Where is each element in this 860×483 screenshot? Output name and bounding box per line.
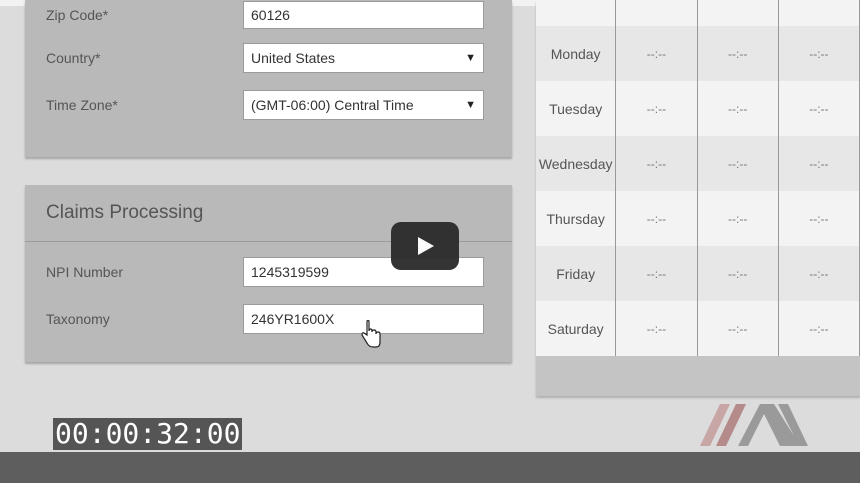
day-label: Monday: [536, 26, 617, 81]
schedule-row-monday: Monday --:-- --:-- --:--: [536, 26, 860, 81]
time-cell[interactable]: --:--: [616, 191, 698, 246]
claims-panel: Claims Processing NPI Number 1245319599 …: [25, 185, 512, 362]
schedule-top-row: [536, 0, 860, 26]
schedule-row-tuesday: Tuesday --:-- --:-- --:--: [536, 81, 860, 136]
time-cell[interactable]: --:--: [779, 191, 860, 246]
time-cell[interactable]: --:--: [698, 191, 779, 246]
time-cell[interactable]: --:--: [698, 246, 779, 301]
taxonomy-row: Taxonomy 246YR1600X: [46, 304, 487, 334]
video-control-bar: [0, 452, 860, 483]
zip-input[interactable]: 60126: [243, 1, 484, 29]
time-cell[interactable]: --:--: [698, 26, 779, 81]
time-cell[interactable]: --:--: [779, 301, 860, 356]
zip-label: Zip Code*: [46, 7, 109, 23]
hand-pointer-icon: [361, 320, 381, 348]
day-label: Friday: [536, 246, 617, 301]
time-cell[interactable]: --:--: [779, 136, 860, 191]
zip-row: Zip Code* 60126: [46, 1, 487, 29]
schedule-row-wednesday: Wednesday --:-- --:-- --:--: [536, 136, 860, 191]
im-logo: [700, 404, 808, 446]
time-cell[interactable]: --:--: [698, 136, 779, 191]
day-label: Wednesday: [536, 136, 617, 191]
video-timestamp: 00:00:32:00: [53, 417, 243, 450]
schedule-table: Monday --:-- --:-- --:-- Tuesday --:-- -…: [536, 0, 860, 396]
npi-label: NPI Number: [46, 264, 124, 280]
taxonomy-value: 246YR1600X: [251, 311, 335, 327]
day-label: Thursday: [536, 191, 617, 246]
timezone-row: Time Zone* (GMT-06:00) Central Time ▼: [46, 90, 487, 120]
country-select[interactable]: United States ▼: [243, 43, 484, 73]
schedule-row-saturday: Saturday --:-- --:-- --:--: [536, 301, 860, 356]
timezone-select[interactable]: (GMT-06:00) Central Time ▼: [243, 90, 484, 120]
day-label: Tuesday: [536, 81, 617, 136]
address-panel: Zip Code* 60126 Country* United States ▼…: [25, 0, 512, 157]
schedule-row-friday: Friday --:-- --:-- --:--: [536, 246, 860, 301]
country-value: United States: [251, 50, 336, 66]
time-cell[interactable]: --:--: [779, 246, 860, 301]
time-cell[interactable]: --:--: [779, 26, 860, 81]
taxonomy-label: Taxonomy: [46, 311, 110, 327]
chevron-down-icon: ▼: [465, 99, 476, 111]
npi-value: 1245319599: [251, 264, 329, 280]
time-cell[interactable]: --:--: [616, 136, 698, 191]
time-cell[interactable]: --:--: [616, 81, 698, 136]
chevron-down-icon: ▼: [465, 52, 476, 64]
time-cell[interactable]: --:--: [616, 26, 698, 81]
schedule-row-thursday: Thursday --:-- --:-- --:--: [536, 191, 860, 246]
country-row: Country* United States ▼: [46, 43, 487, 73]
time-cell[interactable]: --:--: [779, 81, 860, 136]
day-label: Saturday: [536, 301, 617, 356]
timezone-label: Time Zone*: [46, 97, 118, 113]
video-play-button[interactable]: [391, 222, 459, 270]
timezone-value: (GMT-06:00) Central Time: [251, 97, 414, 113]
time-cell[interactable]: --:--: [698, 81, 779, 136]
zip-value: 60126: [251, 7, 290, 23]
country-label: Country*: [46, 50, 101, 66]
time-cell[interactable]: --:--: [698, 301, 779, 356]
schedule-footer: [536, 356, 860, 396]
time-cell[interactable]: --:--: [616, 246, 698, 301]
time-cell[interactable]: --:--: [616, 301, 698, 356]
play-icon: [418, 237, 434, 255]
